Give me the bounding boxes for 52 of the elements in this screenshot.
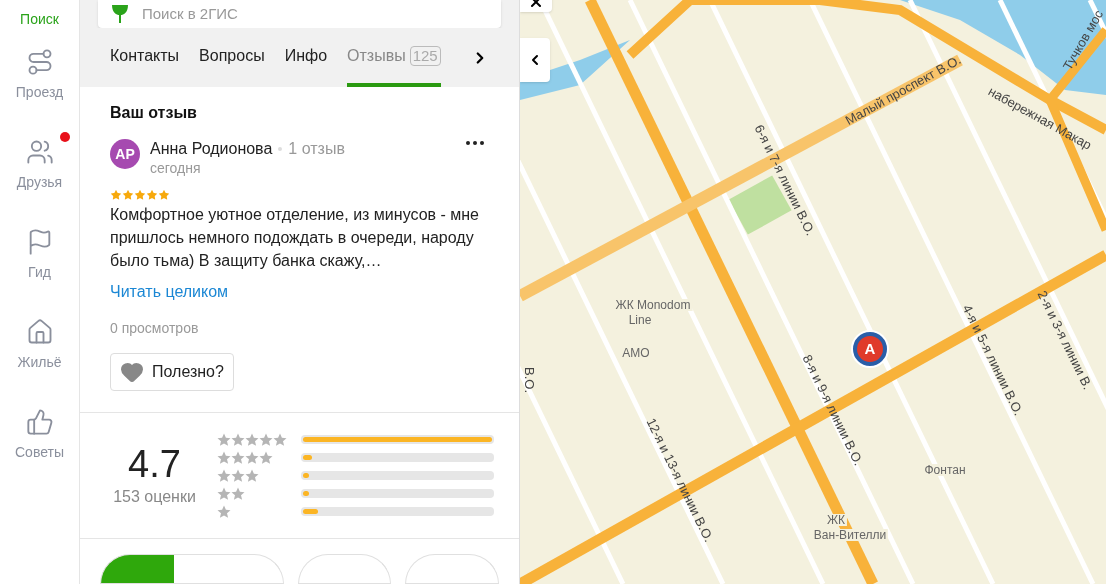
sidebar-item[interactable]: Жильё xyxy=(0,300,80,390)
count-badge: 125 xyxy=(409,45,441,66)
street-label: 2-я и 3-я линии В. xyxy=(1035,288,1095,392)
collapse-button[interactable] xyxy=(520,38,550,82)
leaf-icon xyxy=(110,5,130,23)
view-count: 0 просмотров xyxy=(110,319,200,338)
place-label: Line xyxy=(626,314,654,326)
section-heading: Ваш отзыв xyxy=(110,103,198,123)
more-button[interactable] xyxy=(466,141,484,145)
place-label: ЖК Monodom xyxy=(613,299,693,311)
sidebar-item[interactable]: Поиск xyxy=(0,0,80,30)
stars-icon xyxy=(217,504,231,519)
street-label: 12-я и 13-я линии В.О. xyxy=(644,416,716,544)
street-label: 4-я и 5-я линии В.О. xyxy=(960,302,1026,418)
filter-button[interactable] xyxy=(100,554,284,584)
stars-icon xyxy=(217,486,245,501)
tab[interactable]: Инфо xyxy=(284,28,328,87)
sidebar-item[interactable]: Советы xyxy=(0,390,80,480)
thumbs-up-icon xyxy=(25,407,54,436)
street-label: В.О. xyxy=(522,367,536,393)
read-more-link[interactable]: Читать целиком xyxy=(110,280,229,304)
review-count: 1 отзыв xyxy=(288,139,345,159)
stars-icon xyxy=(217,432,287,447)
star-icon xyxy=(158,189,170,201)
sidebar-item[interactable]: Гид xyxy=(0,210,80,300)
stars-icon xyxy=(217,450,273,465)
street-label: 6-я и 7-я линии В.О. xyxy=(752,122,818,238)
tab[interactable]: Контакты xyxy=(110,28,180,87)
stars-icon xyxy=(217,468,259,483)
tab[interactable]: Отзывы 125 xyxy=(347,28,441,87)
sidebar-item[interactable]: Проезд xyxy=(0,30,80,120)
place-label: Ван-Вителли xyxy=(811,529,889,541)
search-input[interactable]: Поиск в 2ГИС xyxy=(142,2,489,26)
search-bar[interactable]: Поиск в 2ГИС xyxy=(98,0,501,28)
tab[interactable]: Вопросы xyxy=(199,28,265,87)
review-text: Комфортное уютное отделение, из минусов - мне пришлось немного подождать в очереди, народу было тьма) В защиту банка скажу,… xyxy=(110,205,480,271)
place-label: АМО xyxy=(620,347,652,359)
rating-count: 153 оценки xyxy=(113,486,196,507)
star-icon xyxy=(146,189,158,201)
helpful-button[interactable]: Полезно? xyxy=(110,353,234,391)
avatar: АР xyxy=(110,139,140,169)
author-name[interactable]: Анна Родионова xyxy=(150,139,273,159)
place-label: Фонтан xyxy=(922,464,968,476)
rating-value: 4.7 xyxy=(128,442,181,485)
heart-icon xyxy=(120,360,144,384)
place-label: ЖК xyxy=(824,514,848,526)
star-icon xyxy=(122,189,134,201)
more-icon xyxy=(466,141,484,145)
star-icon xyxy=(110,189,122,201)
review-date: сегодня xyxy=(150,159,202,177)
sidebar-item[interactable]: Друзья xyxy=(0,120,80,210)
star-icon xyxy=(134,189,146,201)
